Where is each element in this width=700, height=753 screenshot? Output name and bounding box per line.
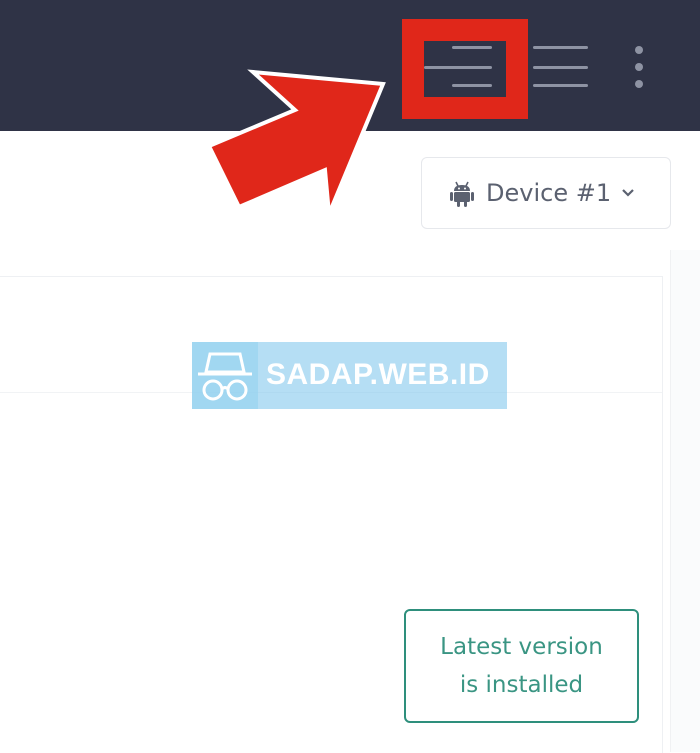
watermark-text: SADAP.WEB.ID xyxy=(266,358,490,391)
menu-lines-icon[interactable] xyxy=(533,46,588,90)
chevron-down-icon xyxy=(622,189,634,197)
highlight-box xyxy=(402,19,528,119)
device-label: Device #1 xyxy=(486,179,612,207)
android-icon xyxy=(450,181,474,207)
version-status-line1: Latest version xyxy=(440,634,603,660)
incognito-icon xyxy=(192,342,258,409)
watermark: SADAP.WEB.ID xyxy=(192,342,507,409)
kebab-menu-icon[interactable] xyxy=(632,46,646,88)
device-selector[interactable]: Device #1 xyxy=(421,157,671,229)
version-status-line2: is installed xyxy=(459,672,584,698)
pointer-arrow-icon xyxy=(206,69,386,215)
latest-version-button[interactable]: Latest version is installed xyxy=(404,609,639,723)
scrollbar-track xyxy=(670,250,700,752)
